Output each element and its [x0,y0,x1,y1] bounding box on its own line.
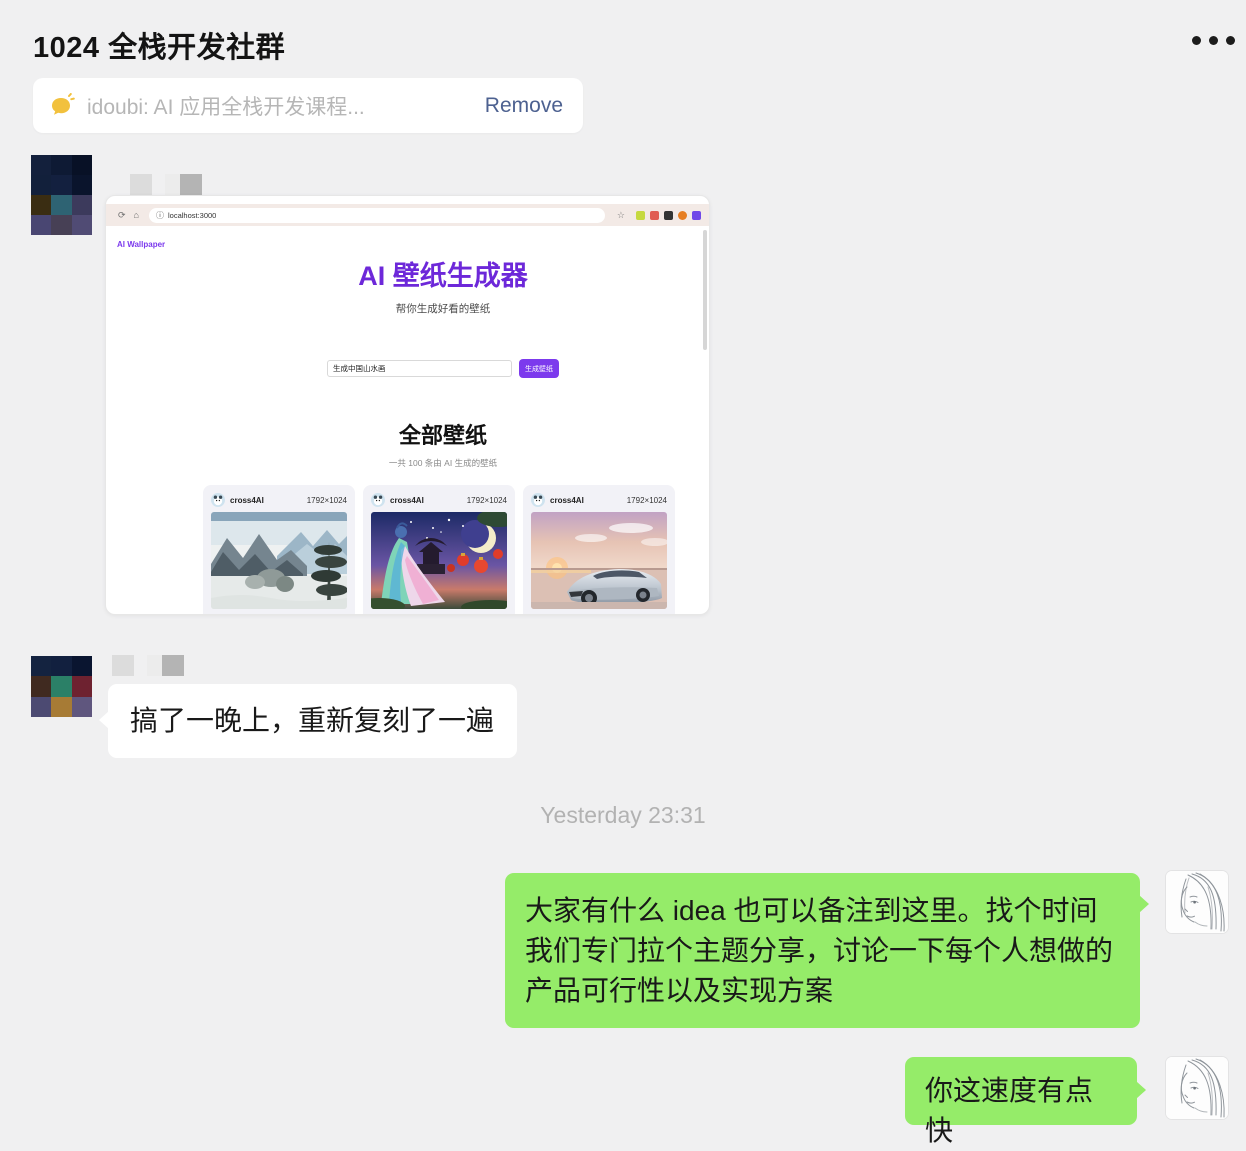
card-dimensions: 1792×1024 [306,495,347,505]
wallpaper-card: cross4AI 1792×1024 [203,485,355,615]
page-title: AI 壁纸生成器 [358,261,528,291]
page-subtitle: 帮你生成好看的壁纸 [395,303,491,315]
pencil-sketch-portrait [1166,871,1228,933]
screenshot-message-image[interactable]: ⟳ ⌂ ⓘ localhost:3000 ☆ AI Wallpaper AI 壁… [105,195,710,615]
card-author: cross4AI [390,495,424,505]
wallpaper-card: cross4AI 1792×1024 [363,485,515,615]
url-text: localhost:3000 [167,210,217,220]
announcement-bubble-icon [52,92,75,115]
card-dimensions: 1792×1024 [626,495,667,505]
wallpaper-image-night-dancer [371,512,507,609]
generate-button: 生成壁纸 [519,359,559,378]
wallpaper-image-luxury-car [531,512,667,609]
card-author: cross4AI [550,495,584,505]
extension-icon [650,210,659,220]
prompt-input [327,360,512,377]
bubble-tail [1136,1081,1146,1099]
site-nav-brand: AI Wallpaper [117,240,166,249]
more-menu-icon[interactable] [1192,36,1235,45]
peer-message-bubble[interactable]: 搞了一晚上，重新复刻了一遍 [99,684,517,758]
wechat-chat-window: 1024 全栈开发社群 idoubi: AI 应用全栈开发课程... Remov… [0,0,1246,1146]
extension-icon [636,210,645,220]
browser-toolbar: ⟳ ⌂ ⓘ localhost:3000 ☆ [106,204,709,226]
cross4ai-avatar-icon [531,493,545,507]
pinned-announcement-bar[interactable]: idoubi: AI 应用全栈开发课程... Remove [33,78,583,133]
section-title: 全部壁纸 [398,423,487,448]
cross4ai-avatar-icon [371,493,385,507]
extension-icon [678,210,687,220]
card-author: cross4AI [230,495,264,505]
timestamp: Yesterday 23:31 [540,802,706,828]
self-avatar[interactable] [1166,871,1228,933]
redacted-sender-name [130,174,202,195]
wallpaper-page: AI 壁纸生成器 帮你生成好看的壁纸 生成壁纸 全部壁纸 一共 100 条由 A… [203,226,678,614]
reload-icon: ⟳ [118,209,126,220]
message-line: 产品可行性以及实现方案 [525,975,834,1006]
redacted-sender-name [112,655,184,676]
message-text: 你这速度有点快 [925,1075,1094,1146]
extension-icon [664,210,673,220]
bubble-tail [99,711,109,729]
pencil-sketch-portrait [1166,1057,1228,1119]
extension-icon [692,210,701,220]
cross4ai-avatar-icon [211,493,225,507]
message-line: 我们专门拉个主题分享，讨论一下每个人想做的 [525,935,1114,966]
card-caption: 生成一辆豪华汽车 [531,614,667,615]
wallpaper-card: cross4AI 1792×1024 [523,485,675,615]
chat-title: 1024 全栈开发社群 [33,32,286,64]
wallpaper-image-ink-mountains [211,512,347,609]
card-caption: 生成一个漂亮的跳舞中国美女 [371,614,507,615]
card-caption: 生成中国山水画 [211,614,347,615]
message-text: 搞了一晚上，重新复刻了一遍 [130,705,495,736]
bookmark-star-icon: ☆ [616,209,625,220]
remove-pinned-button[interactable]: Remove [485,94,563,118]
wallpaper-card-grid: cross4AI 1792×1024 cross4AI 1792×1024 cr… [203,485,678,615]
section-subtitle: 一共 100 条由 AI 生成的壁纸 [388,458,498,468]
self-message-bubble[interactable]: 大家有什么 idea 也可以备注到这里。找个时间 我们专门拉个主题分享，讨论一下… [505,873,1149,1028]
browser-scrollbar [703,230,707,350]
self-avatar[interactable] [1166,1057,1228,1119]
peer-avatar[interactable] [31,155,92,235]
pinned-announcement-text: idoubi: AI 应用全栈开发课程... [87,95,365,119]
message-line: 大家有什么 idea 也可以备注到这里。找个时间 [525,895,1098,926]
peer-avatar[interactable] [31,656,92,717]
bubble-tail [1139,895,1149,913]
home-icon: ⌂ [133,209,139,220]
self-message-bubble[interactable]: 你这速度有点快 [905,1057,1146,1146]
site-info-icon: ⓘ [155,210,164,220]
card-dimensions: 1792×1024 [466,495,507,505]
address-bar: ⓘ localhost:3000 [148,207,605,223]
